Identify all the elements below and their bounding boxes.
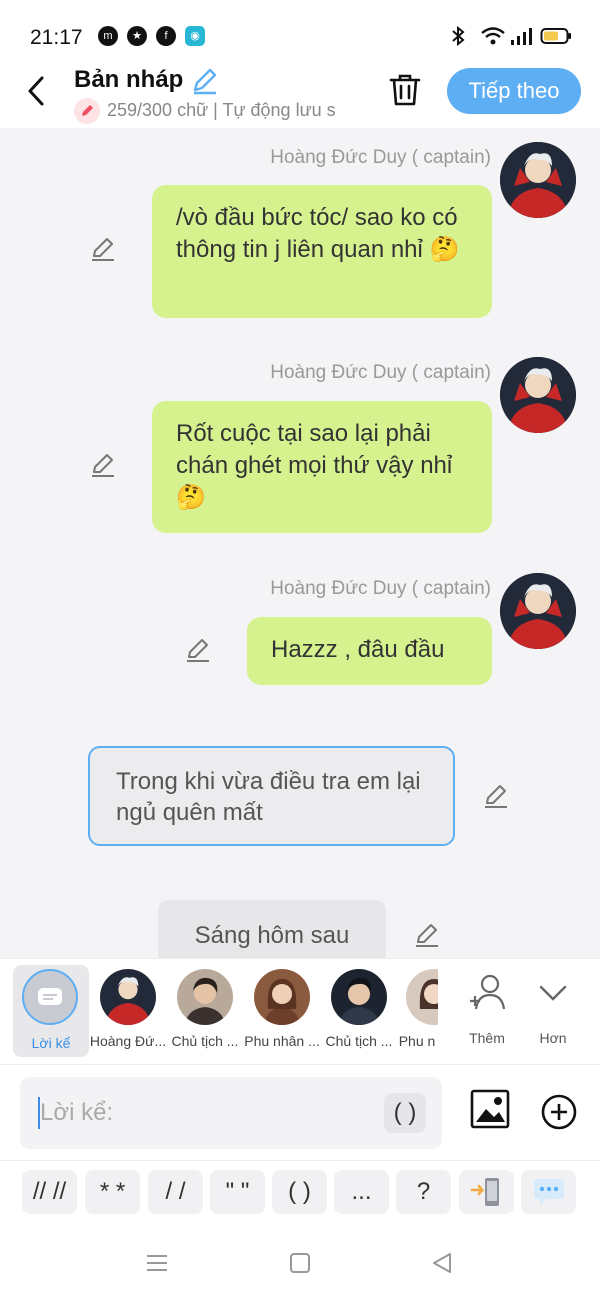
message-sender: Hoàng Đức Duy ( captain) <box>270 147 491 168</box>
format-slash[interactable]: / / <box>148 1170 203 1214</box>
edit-narration-icon[interactable] <box>482 783 510 811</box>
add-person-icon <box>470 974 506 1010</box>
pencil-badge-icon <box>74 98 100 124</box>
character-name: Chủ tịch ... <box>171 1033 239 1049</box>
edit-message-icon[interactable] <box>89 236 117 264</box>
sender-avatar[interactable] <box>500 142 576 218</box>
format-asterisk[interactable]: * * <box>85 1170 140 1214</box>
trash-icon[interactable] <box>388 72 422 108</box>
message-sender: Hoàng Đức Duy ( captain) <box>270 362 491 383</box>
character-avatar <box>331 969 387 1025</box>
facebook-icon: f <box>156 26 176 46</box>
message-bubble[interactable]: Hazzz , đâu đầu <box>247 617 492 685</box>
parenthesis-button[interactable]: ( ) <box>384 1093 426 1133</box>
add-character-button[interactable]: Thêm <box>462 973 512 1046</box>
edit-message-icon[interactable] <box>89 452 117 480</box>
character-option[interactable]: Phu n <box>396 965 438 1049</box>
home-icon[interactable] <box>288 1252 312 1274</box>
character-avatar <box>100 969 156 1025</box>
sender-avatar[interactable] <box>500 357 576 433</box>
image-icon[interactable] <box>470 1089 510 1129</box>
messenger-icon: m <box>98 26 118 46</box>
character-option[interactable]: Phu nhân ... <box>242 965 322 1049</box>
system-nav-bar <box>0 1226 600 1300</box>
scene-text[interactable]: Sáng hôm sau <box>158 900 386 958</box>
narrator-option[interactable]: Lời kể <box>13 965 89 1057</box>
edit-title-icon[interactable] <box>191 67 219 95</box>
character-name: Hoàng Đứ... <box>89 1033 167 1049</box>
character-avatar <box>406 969 438 1025</box>
app-star-icon: ★ <box>127 26 147 46</box>
app-chat-icon: ◉ <box>185 26 205 46</box>
character-name: Phu nhân ... <box>244 1033 320 1049</box>
character-selector: Lời kể Hoàng Đứ... Chủ tịch ... Phu nhân… <box>0 958 600 1064</box>
narrator-icon <box>22 969 78 1025</box>
wifi-icon <box>481 27 505 45</box>
format-quotes[interactable]: " " <box>210 1170 265 1214</box>
narration-input[interactable]: Lời kể: ( ) <box>20 1077 442 1149</box>
character-option[interactable]: Hoàng Đứ... <box>88 965 168 1049</box>
chevron-down-icon <box>539 985 567 1001</box>
status-time: 21:17 <box>30 26 83 49</box>
signal-icon <box>511 28 532 45</box>
character-name: Chủ tịch ... <box>325 1033 393 1049</box>
edit-scene-icon[interactable] <box>413 922 441 950</box>
more-button[interactable]: Hơn <box>530 973 576 1046</box>
format-question[interactable]: ? <box>396 1170 451 1214</box>
plus-circle-icon[interactable] <box>540 1093 578 1131</box>
format-toolbar: // // * * / / " " ( ) ... ? <box>0 1160 600 1226</box>
menu-icon[interactable] <box>145 1252 169 1274</box>
next-button[interactable]: Tiếp theo <box>447 68 581 114</box>
character-option[interactable]: Chủ tịch ... <box>319 965 399 1049</box>
message-sender: Hoàng Đức Duy ( captain) <box>270 578 491 599</box>
character-name: Phu n <box>398 1033 436 1049</box>
bluetooth-icon <box>452 25 465 47</box>
chat-bubble-icon <box>533 1179 564 1205</box>
chat-area: Hoàng Đức Duy ( captain) /vò đầu bức tóc… <box>0 128 600 958</box>
word-count-autosave: 259/300 chữ | Tự động lưu s <box>107 100 336 120</box>
message-bubble[interactable]: Rốt cuộc tại sao lại phải chán ghét mọi … <box>152 401 492 533</box>
narration-bubble[interactable]: Trong khi vừa điều tra em lại ngủ quên m… <box>88 746 455 846</box>
more-label: Hơn <box>539 1030 567 1046</box>
add-character-label: Thêm <box>469 1030 505 1046</box>
phone-arrow-icon <box>470 1178 499 1206</box>
format-double-slash[interactable]: // // <box>22 1170 77 1214</box>
phone-switch-button[interactable] <box>459 1170 514 1214</box>
back-nav-icon[interactable] <box>430 1252 454 1274</box>
message-dots-button[interactable] <box>521 1170 576 1214</box>
character-option[interactable]: Chủ tịch ... <box>165 965 245 1049</box>
character-avatar <box>177 969 233 1025</box>
input-placeholder: Lời kể: <box>40 1099 114 1126</box>
sender-avatar[interactable] <box>500 573 576 649</box>
edit-message-icon[interactable] <box>184 637 212 665</box>
battery-icon <box>540 28 571 44</box>
header: Bản nháp 259/300 chữ | Tự động lưu s Tiế… <box>0 60 600 128</box>
format-parentheses[interactable]: ( ) <box>272 1170 327 1214</box>
back-arrow-icon[interactable] <box>22 74 50 108</box>
format-ellipsis[interactable]: ... <box>334 1170 389 1214</box>
character-avatar <box>254 969 310 1025</box>
page-title: Bản nháp <box>74 66 184 93</box>
narrator-label: Lời kể <box>31 1035 71 1051</box>
input-row: Lời kể: ( ) <box>0 1064 600 1160</box>
status-bar: 21:17 m ★ f ◉ <box>0 0 600 60</box>
message-bubble[interactable]: /vò đầu bức tóc/ sao ko có thông tin j l… <box>152 185 492 318</box>
